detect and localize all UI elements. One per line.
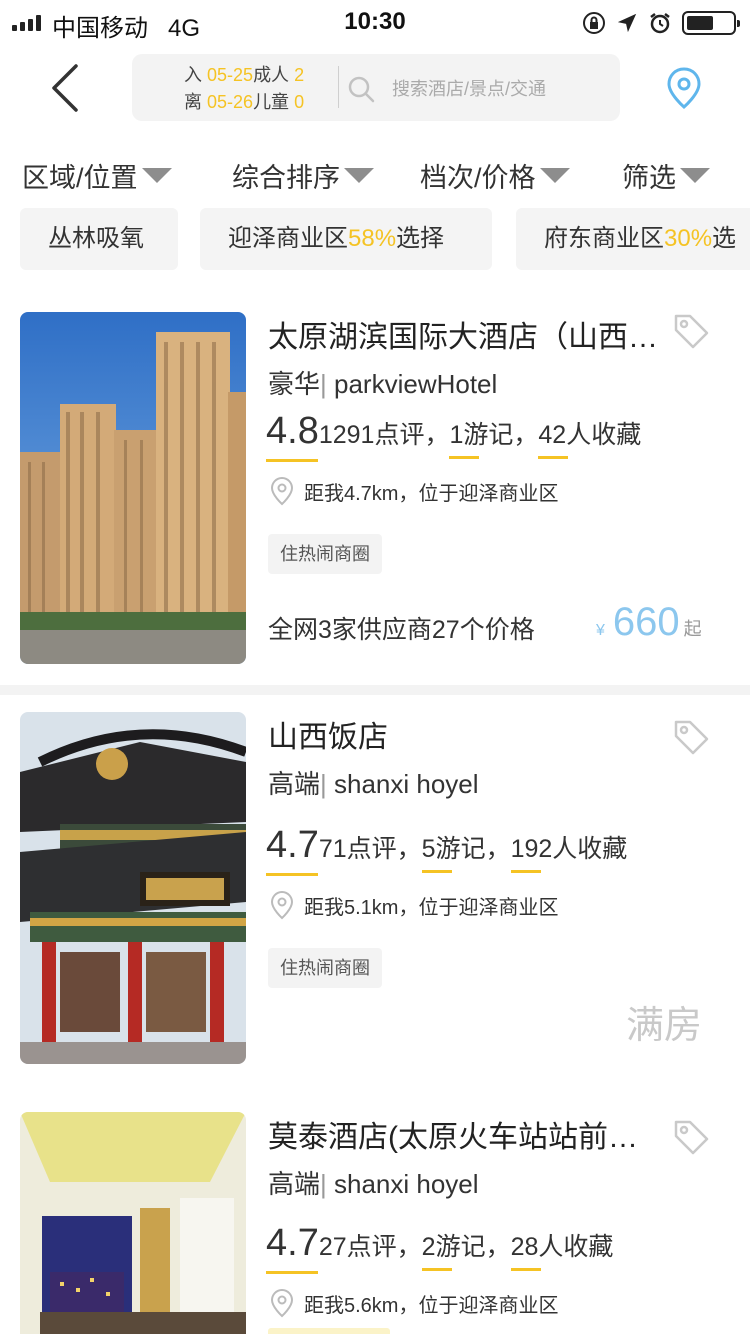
battery-icon xyxy=(682,11,740,35)
checkout-date: 05-26 xyxy=(207,92,254,112)
favorites-count: 28 xyxy=(510,1233,541,1271)
hotel-feature-badge: 住热闹商圈 xyxy=(268,534,382,574)
location-pin-icon xyxy=(270,476,294,506)
dropdown-triangle-icon xyxy=(539,168,570,183)
tag-icon[interactable] xyxy=(672,1118,710,1156)
date-guest-selector[interactable]: 入 05-25成人 2 离 05-26儿童 0 xyxy=(184,62,304,116)
hotel-grade: 豪华| parkviewHotel xyxy=(268,369,498,399)
search-input[interactable]: 搜索酒店/景点/交通 xyxy=(392,75,546,101)
hotel-card[interactable]: 山西饭店 高端| shanxi hoyel 4.7 71 点评， 5 游记， 192 人收… xyxy=(0,712,750,1072)
review-count: 27 xyxy=(318,1233,347,1261)
favorites-count: 42 xyxy=(538,421,569,459)
filter-bar: 区域/位置 综合排序 档次/价格 筛选 xyxy=(0,156,750,200)
tag-icon[interactable] xyxy=(672,312,710,350)
adults-label: 成人 xyxy=(253,65,290,85)
hotel-feature-badge xyxy=(268,1328,390,1334)
chip-fudong[interactable]: 府东商业区30%选 xyxy=(516,208,750,270)
hotel-english-name: shanxi hoyel xyxy=(334,1169,479,1199)
tag-icon[interactable] xyxy=(672,718,710,756)
children-count: 0 xyxy=(294,92,305,112)
hotel-english-name: shanxi hoyel xyxy=(334,769,479,799)
hotel-feature-badge: 住热闹商圈 xyxy=(268,948,382,988)
hotel-photo xyxy=(20,312,246,664)
rating-score: 4.8 xyxy=(266,410,319,462)
filter-more[interactable]: 筛选 xyxy=(622,156,710,195)
hotel-distance: 距我4.7km，位于迎泽商业区 xyxy=(270,476,558,506)
checkout-label: 离 xyxy=(184,92,202,112)
travel-notes-count: 5 xyxy=(421,835,452,873)
search-box[interactable]: 入 05-25成人 2 离 05-26儿童 0 搜索酒店/景点/交通 xyxy=(132,54,620,121)
hotel-metrics: 4.7 71 点评， 5 游记， 192 人收藏 xyxy=(266,824,628,876)
alarm-icon xyxy=(650,13,670,34)
hotel-distance: 距我5.6km，位于迎泽商业区 xyxy=(270,1288,558,1318)
travel-notes-count: 2 xyxy=(421,1233,452,1271)
hotel-photo xyxy=(20,712,246,1064)
hotel-distance: 距我5.1km，位于迎泽商业区 xyxy=(270,890,558,920)
location-pin-icon xyxy=(270,890,294,920)
rating-score: 4.7 xyxy=(266,824,319,876)
quick-filter-chips: 丛林吸氧 迎泽商业区58%选择 府东商业区30%选 xyxy=(0,208,750,272)
location-pin-icon xyxy=(270,1288,294,1318)
hotel-name[interactable]: 莫泰酒店(太原火车站站前… xyxy=(268,1112,678,1156)
hotel-metrics: 4.7 27 点评， 2 游记， 28 人收藏 xyxy=(266,1222,614,1274)
dropdown-triangle-icon xyxy=(344,168,374,183)
section-divider xyxy=(0,685,750,695)
location-pin-icon[interactable] xyxy=(666,66,702,110)
hotel-name[interactable]: 太原湖滨国际大酒店（山西… xyxy=(268,312,678,356)
hotel-card[interactable]: 莫泰酒店(太原火车站站前… 高端| shanxi hoyel 4.7 27 点评，… xyxy=(0,1112,750,1334)
hotel-grade: 高端| shanxi hoyel xyxy=(268,769,479,799)
back-button[interactable] xyxy=(40,62,90,114)
status-bar: 中国移动 4G 10:30 xyxy=(0,0,750,44)
hotel-price[interactable]: ¥660 起 xyxy=(596,600,702,645)
hotel-name[interactable]: 山西饭店 xyxy=(268,712,678,756)
location-arrow-icon xyxy=(617,13,637,33)
checkin-label: 入 xyxy=(184,65,202,85)
rating-score: 4.7 xyxy=(266,1222,319,1274)
filter-grade-price[interactable]: 档次/价格 xyxy=(420,156,570,195)
dropdown-triangle-icon xyxy=(141,168,172,183)
header: 入 05-25成人 2 离 05-26儿童 0 搜索酒店/景点/交通 xyxy=(0,44,750,134)
dropdown-triangle-icon xyxy=(680,168,710,183)
hotel-english-name: parkviewHotel xyxy=(334,369,498,399)
review-count: 1291 xyxy=(318,421,375,449)
filter-sort[interactable]: 综合排序 xyxy=(232,156,374,195)
travel-notes-count: 1 xyxy=(449,421,480,459)
search-icon xyxy=(348,76,375,103)
hotel-metrics: 4.8 1291 点评， 1 游记， 42 人收藏 xyxy=(266,410,642,462)
chip-jungle[interactable]: 丛林吸氧 xyxy=(20,208,178,270)
full-booked-status: 满房 xyxy=(626,1005,703,1047)
checkin-date: 05-25 xyxy=(207,65,254,85)
children-label: 儿童 xyxy=(253,92,290,112)
supplier-info: 全网3家供应商27个价格 xyxy=(268,616,535,644)
adults-count: 2 xyxy=(294,65,305,85)
filter-area[interactable]: 区域/位置 xyxy=(22,156,172,195)
hotel-card[interactable]: 太原湖滨国际大酒店（山西… 豪华| parkviewHotel 4.8 1291… xyxy=(0,312,750,672)
review-count: 71 xyxy=(318,835,347,863)
chip-yingze[interactable]: 迎泽商业区58%选择 xyxy=(200,208,492,270)
orientation-lock-icon xyxy=(583,12,605,34)
hotel-grade: 高端| shanxi hoyel xyxy=(268,1169,479,1199)
favorites-count: 192 xyxy=(510,835,553,873)
search-divider xyxy=(338,66,339,108)
hotel-photo xyxy=(20,1112,246,1334)
